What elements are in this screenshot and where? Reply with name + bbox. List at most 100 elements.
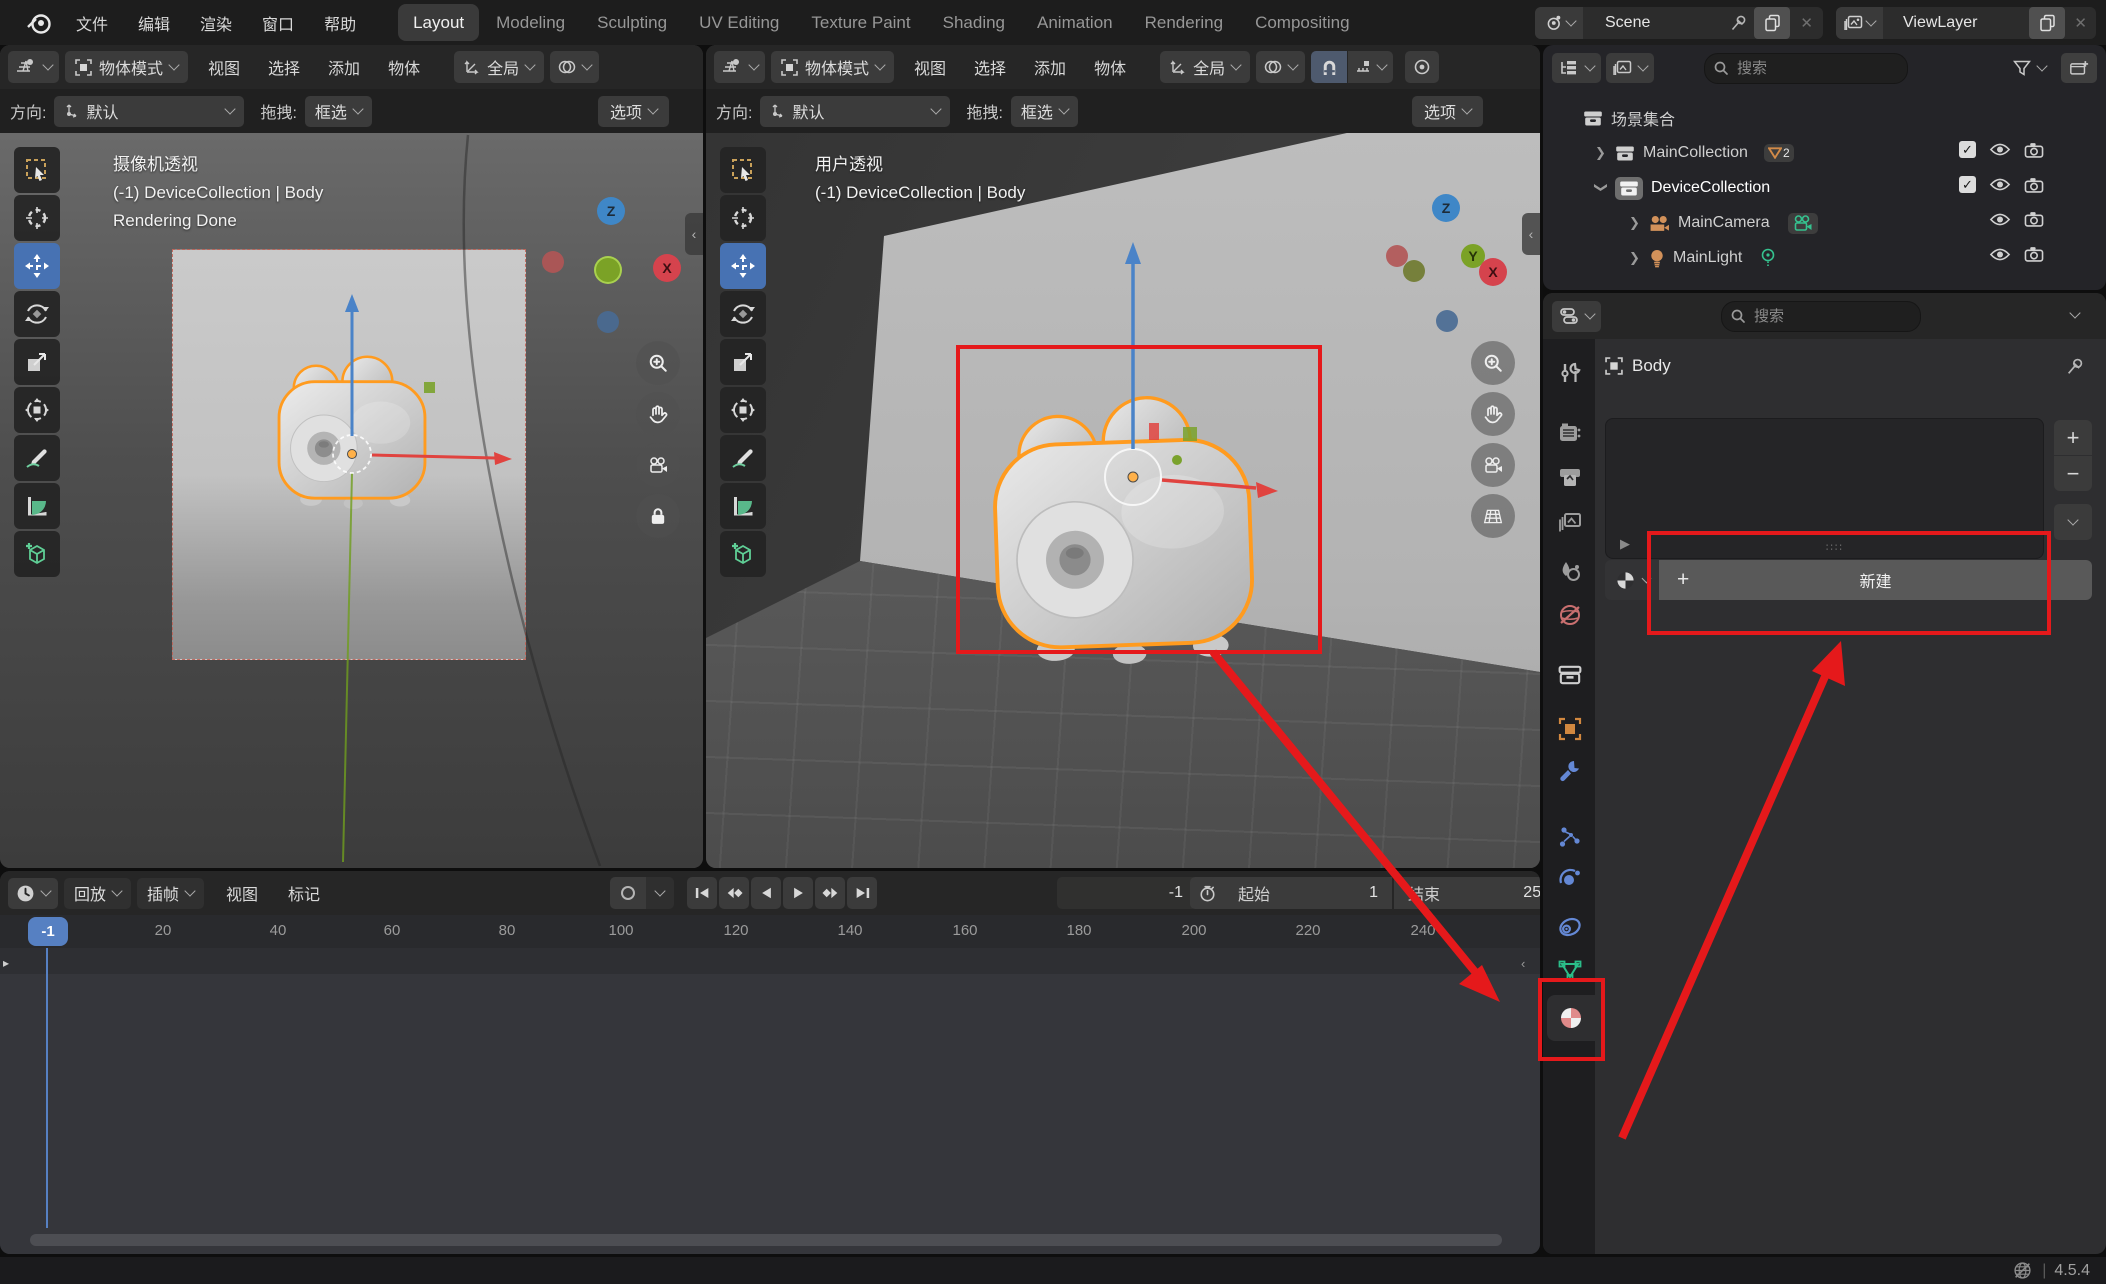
transform-tool[interactable] — [14, 387, 60, 433]
timeline-view-menu[interactable]: 视图 — [226, 881, 258, 905]
channel-expand-arrow[interactable]: ▸ — [3, 956, 9, 970]
expand-arrow-icon[interactable]: ❯ — [1629, 250, 1641, 266]
properties-search-input[interactable] — [1721, 301, 1921, 332]
pan-hand-button[interactable] — [1471, 392, 1515, 436]
editor-type-button[interactable] — [8, 51, 59, 83]
use-preview-range-toggle[interactable] — [1190, 877, 1224, 909]
auto-key-toggle[interactable] — [610, 877, 646, 909]
move-tool[interactable] — [720, 243, 766, 289]
timeline-tracks[interactable]: ▸ ‹ — [0, 948, 1540, 1254]
breadcrumb-object-name[interactable]: Body — [1632, 356, 1671, 376]
sidebar-collapse-arrow[interactable]: ‹ — [1522, 213, 1540, 255]
add-material-slot-button[interactable]: + — [2054, 420, 2092, 455]
properties-editor-type-button[interactable] — [1552, 301, 1601, 332]
outliner-search-input[interactable] — [1704, 53, 1908, 84]
hide-eye-toggle[interactable] — [1989, 142, 2011, 157]
transform-tool[interactable] — [720, 387, 766, 433]
tab-constraints[interactable] — [1553, 911, 1587, 943]
tab-view-layer[interactable] — [1553, 507, 1587, 539]
pivot-point-dropdown[interactable] — [1256, 51, 1305, 83]
add-menu[interactable]: 添加 — [1034, 55, 1066, 79]
frame-start-field[interactable]: 起始1 — [1224, 877, 1392, 909]
jump-to-end-button[interactable] — [847, 877, 877, 909]
direction-dropdown[interactable]: 默认 — [54, 96, 244, 127]
sidebar-collapse-arrow[interactable]: ‹ — [685, 213, 703, 255]
keying-menu[interactable]: 插帧 — [137, 878, 204, 909]
jump-prev-keyframe-button[interactable] — [719, 877, 749, 909]
timeline-marker-menu[interactable]: 标记 — [288, 881, 320, 905]
new-collection-button[interactable] — [2061, 53, 2097, 83]
expand-arrow-icon[interactable]: ❯ — [1595, 145, 1607, 161]
snap-with-dropdown[interactable] — [1348, 51, 1393, 83]
exclude-checkbox[interactable]: ✓ — [1959, 141, 1976, 158]
tab-shading[interactable]: Shading — [928, 4, 1020, 41]
viewport-camera-canvas[interactable]: 摄像机透视 (-1) DeviceCollection | Body Rende… — [0, 133, 703, 868]
tab-collection[interactable] — [1553, 659, 1587, 691]
tab-modeling[interactable]: Modeling — [481, 4, 580, 41]
menu-file[interactable]: 文件 — [76, 11, 108, 35]
object-menu[interactable]: 物体 — [1094, 55, 1126, 79]
object-menu[interactable]: 物体 — [388, 55, 420, 79]
move-tool[interactable] — [14, 243, 60, 289]
slot-list-expand-icon[interactable]: ▶ — [1620, 536, 1630, 552]
zoom-button[interactable] — [636, 341, 680, 385]
tab-rendering[interactable]: Rendering — [1130, 4, 1238, 41]
render-visibility-toggle[interactable] — [2024, 142, 2044, 158]
menu-window[interactable]: 窗口 — [262, 11, 294, 35]
new-scene-button[interactable] — [1754, 7, 1790, 39]
frame-end-field[interactable]: 结束250 — [1394, 877, 1540, 909]
measure-tool[interactable] — [14, 483, 60, 529]
new-viewlayer-button[interactable] — [2029, 7, 2065, 39]
axis-y-ball[interactable] — [596, 258, 620, 282]
playhead-line[interactable] — [46, 948, 48, 1228]
remove-material-slot-button[interactable]: − — [2054, 456, 2092, 491]
timeline-editor-type-button[interactable] — [8, 878, 58, 909]
axis-z-ball[interactable]: Z — [597, 197, 625, 225]
camera-view-button[interactable] — [636, 443, 680, 487]
properties-options-chevron[interactable] — [2069, 307, 2080, 318]
orientation-dropdown[interactable]: 全局 — [1160, 51, 1250, 83]
render-visibility-toggle[interactable] — [2024, 177, 2044, 193]
view-menu[interactable]: 视图 — [914, 55, 946, 79]
menu-help[interactable]: 帮助 — [324, 11, 356, 35]
playback-menu[interactable]: 回放 — [64, 878, 131, 909]
jump-next-keyframe-button[interactable] — [815, 877, 845, 909]
axis-neg-z-ball[interactable] — [597, 311, 619, 333]
tab-compositing[interactable]: Compositing — [1240, 4, 1365, 41]
add-cube-tool[interactable] — [720, 531, 766, 577]
rotate-tool[interactable] — [14, 291, 60, 337]
axis-x-ball[interactable]: X — [1479, 258, 1507, 286]
tab-tool[interactable] — [1553, 357, 1587, 389]
mode-dropdown[interactable]: 物体模式 — [65, 51, 188, 83]
tab-uv-editing[interactable]: UV Editing — [684, 4, 794, 41]
proportional-edit-toggle[interactable] — [1405, 51, 1439, 83]
tab-scene[interactable] — [1553, 555, 1587, 587]
row-scene-collection[interactable]: 场景集合 — [1583, 103, 2103, 133]
outliner-filter-button[interactable] — [2005, 53, 2054, 83]
material-specials-button[interactable] — [2054, 504, 2092, 540]
play-reverse-button[interactable] — [751, 877, 781, 909]
select-box-tool[interactable] — [14, 147, 60, 193]
playhead-badge[interactable]: -1 — [28, 917, 68, 946]
mode-dropdown[interactable]: 物体模式 — [771, 51, 894, 83]
pivot-point-dropdown[interactable] — [550, 51, 599, 83]
camera-view-button[interactable] — [1471, 443, 1515, 487]
tab-output[interactable] — [1553, 461, 1587, 493]
timeline-ruler[interactable]: 20 40 60 80 100 120 140 160 180 200 220 … — [0, 915, 1540, 949]
rotate-tool[interactable] — [720, 291, 766, 337]
scale-t ool[interactable] — [720, 339, 766, 385]
direction-dropdown[interactable]: 默认 — [760, 96, 950, 127]
current-frame-field[interactable]: -1 — [1057, 877, 1197, 909]
collapse-arrow-icon[interactable]: ❯ — [1593, 182, 1609, 194]
annotate-tool[interactable] — [720, 435, 766, 481]
timeline-sidebar-arrow[interactable]: ‹ — [1521, 956, 1525, 971]
render-visibility-toggle[interactable] — [2024, 211, 2044, 227]
render-visibility-toggle[interactable] — [2024, 246, 2044, 262]
camera-lock-button[interactable] — [636, 494, 680, 538]
expand-arrow-icon[interactable]: ❯ — [1629, 215, 1641, 231]
pin-id-icon[interactable] — [2066, 357, 2085, 376]
axis-neg-y-ball[interactable] — [1403, 260, 1425, 282]
viewlayer-browse-button[interactable] — [1836, 7, 1883, 39]
tab-animation[interactable]: Animation — [1022, 4, 1128, 41]
axis-neg-z-ball[interactable] — [1436, 310, 1458, 332]
